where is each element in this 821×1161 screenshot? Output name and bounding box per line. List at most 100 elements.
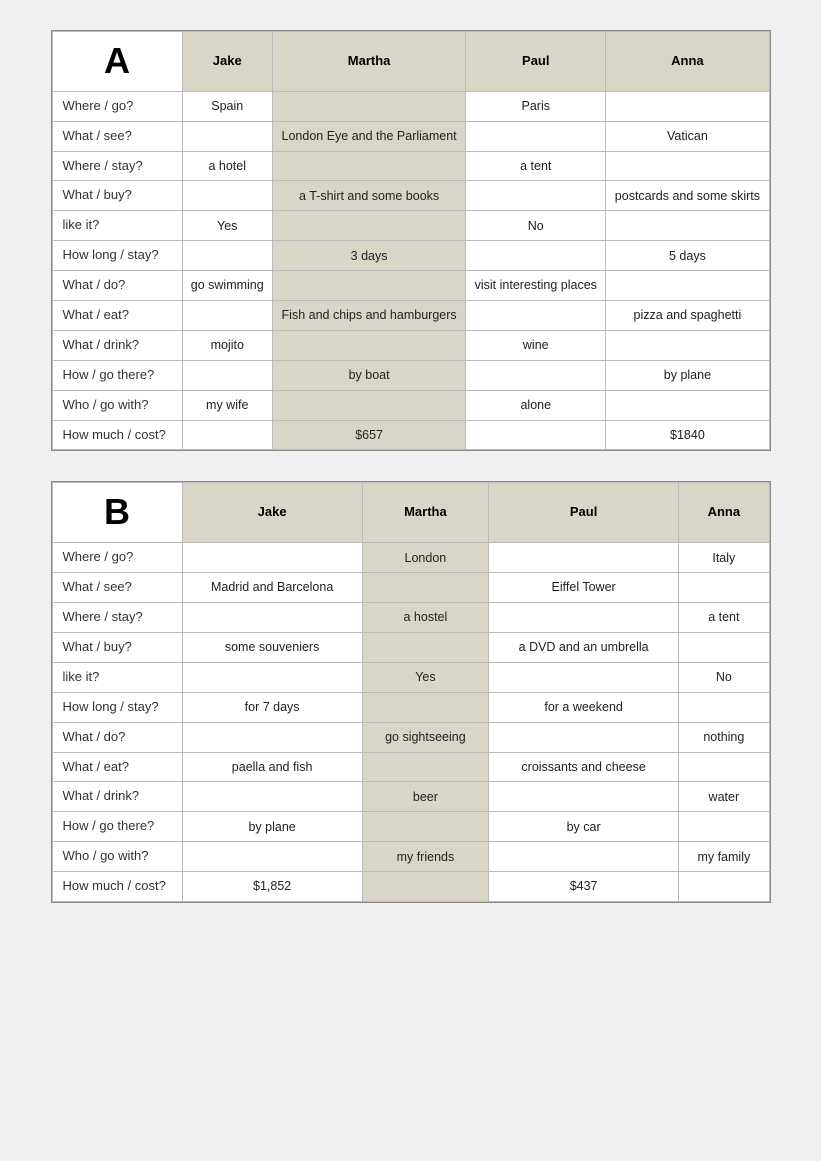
row-label: Where / go? bbox=[52, 543, 182, 573]
row-label: What / see? bbox=[52, 121, 182, 151]
table-row: What / do?go swimmingvisit interesting p… bbox=[52, 271, 769, 301]
cell-anna bbox=[679, 632, 769, 662]
cell-jake: my wife bbox=[182, 390, 272, 420]
table-a-header-martha: Martha bbox=[272, 32, 465, 92]
cell-martha bbox=[362, 872, 488, 902]
cell-paul: for a weekend bbox=[489, 692, 679, 722]
table-row: What / see?London Eye and the Parliament… bbox=[52, 121, 769, 151]
row-label: Where / go? bbox=[52, 91, 182, 121]
cell-paul: wine bbox=[466, 330, 606, 360]
cell-martha: London bbox=[362, 543, 488, 573]
cell-paul bbox=[489, 662, 679, 692]
cell-martha: Yes bbox=[362, 662, 488, 692]
table-a-letter: A bbox=[52, 32, 182, 92]
row-label: What / buy? bbox=[52, 181, 182, 211]
cell-anna bbox=[679, 812, 769, 842]
table-row: How much / cost?$1,852$437 bbox=[52, 872, 769, 902]
cell-martha: Fish and chips and hamburgers bbox=[272, 301, 465, 331]
cell-anna: Vatican bbox=[606, 121, 769, 151]
cell-anna bbox=[606, 91, 769, 121]
cell-paul bbox=[466, 181, 606, 211]
cell-anna: a tent bbox=[679, 603, 769, 633]
table-a-header-jake: Jake bbox=[182, 32, 272, 92]
table-row: What / do? go sightseeing nothing bbox=[52, 722, 769, 752]
cell-martha bbox=[272, 151, 465, 181]
table-row: What / buy?a T-shirt and some bookspostc… bbox=[52, 181, 769, 211]
cell-anna: pizza and spaghetti bbox=[606, 301, 769, 331]
table-row: Where / stay?a hotela tent bbox=[52, 151, 769, 181]
table-a: A Jake Martha Paul Anna Where / go?Spain… bbox=[52, 31, 770, 450]
cell-jake bbox=[182, 842, 362, 872]
table-b-header-paul: Paul bbox=[489, 483, 679, 543]
table-a-header-anna: Anna bbox=[606, 32, 769, 92]
cell-anna: No bbox=[679, 662, 769, 692]
cell-anna: water bbox=[679, 782, 769, 812]
table-row: Who / go with?my friendsmy family bbox=[52, 842, 769, 872]
row-label: How much / cost? bbox=[52, 420, 182, 450]
row-label: What / drink? bbox=[52, 782, 182, 812]
cell-jake bbox=[182, 181, 272, 211]
row-label: What / buy? bbox=[52, 632, 182, 662]
cell-jake: some souveniers bbox=[182, 632, 362, 662]
cell-paul: visit interesting places bbox=[466, 271, 606, 301]
cell-paul bbox=[489, 603, 679, 633]
cell-jake: by plane bbox=[182, 812, 362, 842]
row-label: How / go there? bbox=[52, 360, 182, 390]
cell-paul: No bbox=[466, 211, 606, 241]
cell-paul bbox=[489, 782, 679, 812]
table-row: How much / cost? $657 $1840 bbox=[52, 420, 769, 450]
cell-jake bbox=[182, 782, 362, 812]
cell-paul: Eiffel Tower bbox=[489, 573, 679, 603]
cell-martha bbox=[362, 632, 488, 662]
row-label: What / drink? bbox=[52, 330, 182, 360]
cell-paul: a DVD and an umbrella bbox=[489, 632, 679, 662]
table-row: like it?YesNo bbox=[52, 662, 769, 692]
cell-anna: $1840 bbox=[606, 420, 769, 450]
row-label: Where / stay? bbox=[52, 603, 182, 633]
cell-paul: Paris bbox=[466, 91, 606, 121]
table-row: Where / go? London Italy bbox=[52, 543, 769, 573]
cell-paul bbox=[466, 420, 606, 450]
table-a-container: A Jake Martha Paul Anna Where / go?Spain… bbox=[51, 30, 771, 451]
cell-martha bbox=[362, 752, 488, 782]
cell-jake bbox=[182, 603, 362, 633]
table-b-container: B Jake Martha Paul Anna Where / go?Londo… bbox=[51, 481, 771, 902]
cell-anna bbox=[606, 271, 769, 301]
cell-jake bbox=[182, 121, 272, 151]
cell-martha bbox=[272, 390, 465, 420]
cell-jake: mojito bbox=[182, 330, 272, 360]
table-row: What / eat?paella and fishcroissants and… bbox=[52, 752, 769, 782]
cell-jake bbox=[182, 662, 362, 692]
cell-jake bbox=[182, 301, 272, 331]
cell-jake: a hotel bbox=[182, 151, 272, 181]
cell-anna: nothing bbox=[679, 722, 769, 752]
row-label: Who / go with? bbox=[52, 390, 182, 420]
table-b-header-jake: Jake bbox=[182, 483, 362, 543]
cell-martha bbox=[272, 271, 465, 301]
table-b-letter: B bbox=[52, 483, 182, 543]
cell-jake bbox=[182, 360, 272, 390]
cell-martha: my friends bbox=[362, 842, 488, 872]
cell-jake: go swimming bbox=[182, 271, 272, 301]
cell-jake bbox=[182, 543, 362, 573]
row-label: What / see? bbox=[52, 573, 182, 603]
cell-anna: Italy bbox=[679, 543, 769, 573]
cell-martha: $657 bbox=[272, 420, 465, 450]
cell-anna: my family bbox=[679, 842, 769, 872]
cell-martha bbox=[272, 91, 465, 121]
cell-paul bbox=[466, 301, 606, 331]
row-label: What / do? bbox=[52, 722, 182, 752]
cell-martha: 3 days bbox=[272, 241, 465, 271]
cell-martha: go sightseeing bbox=[362, 722, 488, 752]
cell-anna: by plane bbox=[606, 360, 769, 390]
cell-paul bbox=[489, 722, 679, 752]
cell-jake bbox=[182, 420, 272, 450]
table-b: B Jake Martha Paul Anna Where / go?Londo… bbox=[52, 482, 770, 901]
cell-anna bbox=[606, 330, 769, 360]
table-b-header-martha: Martha bbox=[362, 483, 488, 543]
row-label: What / eat? bbox=[52, 301, 182, 331]
cell-paul bbox=[466, 241, 606, 271]
cell-anna: 5 days bbox=[606, 241, 769, 271]
cell-anna bbox=[679, 692, 769, 722]
table-row: What / buy?some souveniers a DVD and an u… bbox=[52, 632, 769, 662]
